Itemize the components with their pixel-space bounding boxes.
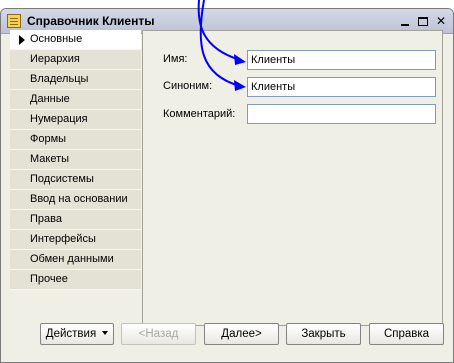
nav-item-owners[interactable]: Владельцы: [10, 70, 141, 90]
nav-item-interfaces[interactable]: Интерфейсы: [10, 230, 141, 250]
nav-item-label: Макеты: [30, 153, 70, 165]
comment-field[interactable]: [247, 104, 436, 124]
chevron-down-icon: [102, 331, 109, 335]
nav-item-layouts[interactable]: Макеты: [10, 150, 141, 170]
nav-item-input-based-on[interactable]: Ввод на основании: [10, 190, 141, 210]
nav-item-other[interactable]: Прочее: [10, 270, 141, 290]
nav-item-label: Права: [30, 213, 62, 225]
main-properties-panel: Имя: Клиенты Синоним: Клиенты Комментари…: [142, 30, 443, 326]
nav-item-label: Обмен данными: [30, 253, 114, 265]
nav-item-rights[interactable]: Права: [10, 210, 141, 230]
nav-item-data-exchange[interactable]: Обмен данными: [10, 250, 141, 270]
current-section-arrow-icon: [19, 35, 25, 45]
nav-item-subsystems[interactable]: Подсистемы: [10, 170, 141, 190]
maximize-icon[interactable]: [415, 14, 431, 29]
nav-item-label: Прочее: [30, 273, 68, 285]
nav-item-label: Нумерация: [30, 113, 88, 125]
synonym-field[interactable]: Клиенты: [247, 77, 436, 97]
nav-item-label: Ввод на основании: [30, 193, 128, 205]
nav-item-main[interactable]: Основные: [10, 30, 141, 50]
catalog-icon: [7, 14, 21, 28]
actions-button[interactable]: Действия: [40, 323, 114, 345]
window-title: Справочник Клиенты: [27, 14, 155, 28]
nav-item-label: Владельцы: [30, 73, 89, 85]
nav-item-label: Интерфейсы: [30, 233, 96, 245]
nav-item-hierarchy[interactable]: Иерархия: [10, 50, 141, 70]
back-button[interactable]: <Назад: [121, 323, 196, 345]
nav-item-forms[interactable]: Формы: [10, 130, 141, 150]
section-nav: Основные Иерархия Владельцы Данные Нумер…: [10, 30, 141, 292]
name-label: Имя:: [163, 53, 188, 65]
nav-item-label: Формы: [30, 133, 67, 145]
next-button[interactable]: Далее>: [204, 323, 279, 345]
nav-item-label: Данные: [30, 93, 70, 105]
name-field[interactable]: Клиенты: [247, 50, 436, 70]
nav-item-data[interactable]: Данные: [10, 90, 141, 110]
nav-item-label: Иерархия: [30, 53, 80, 65]
close-icon[interactable]: ✕: [433, 14, 449, 29]
help-button[interactable]: Справка: [369, 323, 444, 345]
nav-item-numbering[interactable]: Нумерация: [10, 110, 141, 130]
nav-item-label: Подсистемы: [30, 173, 94, 185]
actions-label: Действия: [45, 328, 97, 340]
synonym-label: Синоним:: [163, 80, 213, 92]
nav-item-label: Основные: [30, 33, 83, 45]
minimize-icon[interactable]: [397, 14, 413, 29]
comment-label: Комментарий:: [163, 108, 236, 120]
close-button[interactable]: Закрыть: [286, 323, 361, 345]
